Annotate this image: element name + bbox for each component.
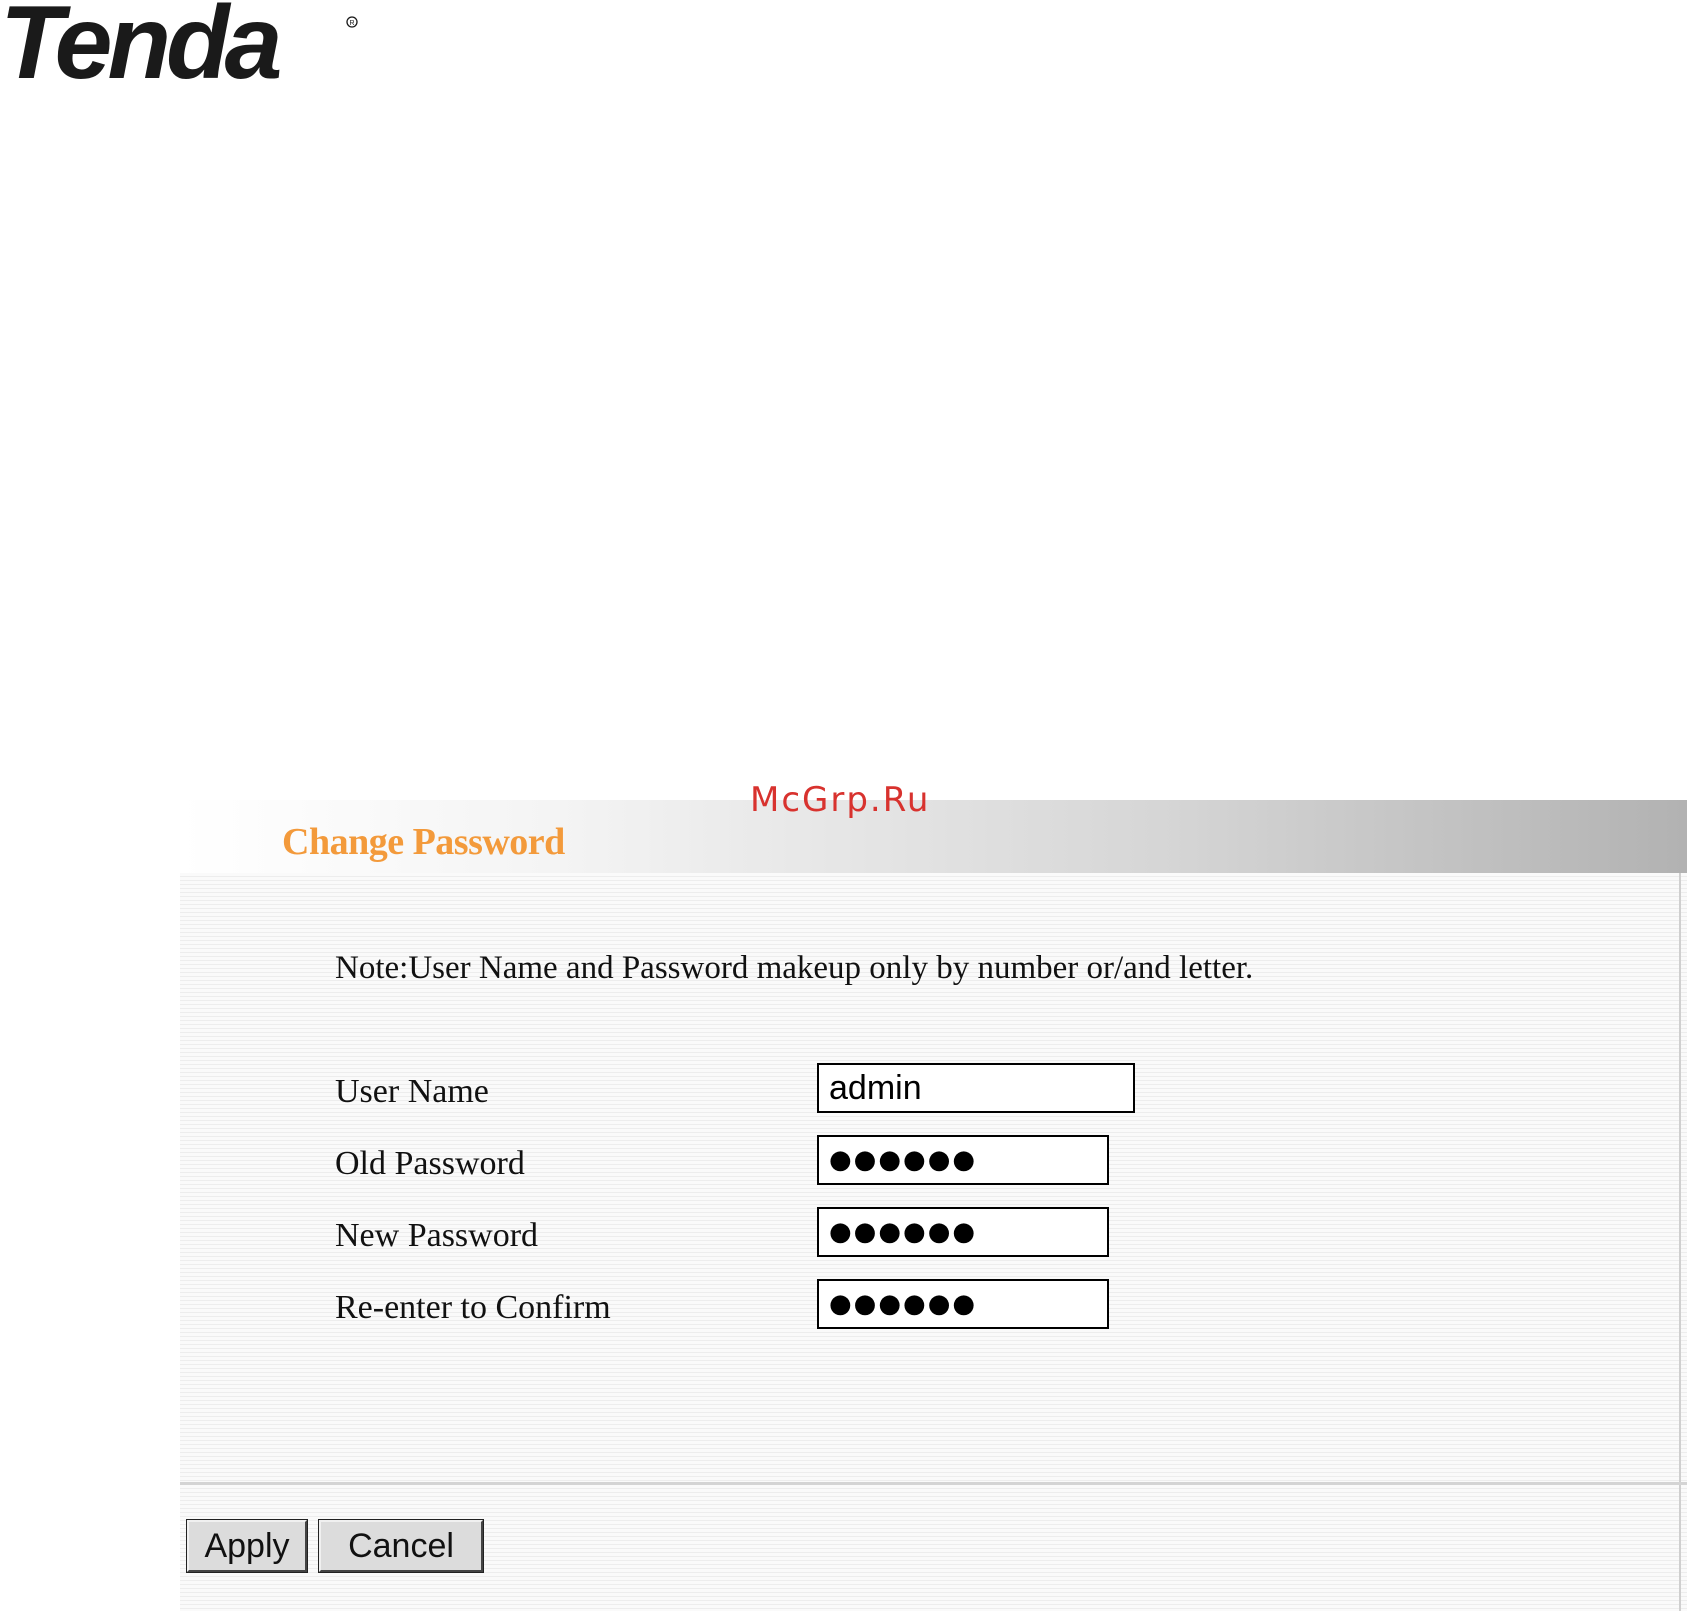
svg-text:R: R — [350, 20, 355, 27]
cancel-button[interactable]: Cancel — [318, 1519, 484, 1573]
panel-edge — [1679, 873, 1681, 1611]
note-text: Note:User Name and Password makeup only … — [335, 950, 1254, 986]
page-title: Change Password — [282, 821, 565, 863]
apply-button[interactable]: Apply — [186, 1519, 308, 1573]
new-password-input[interactable] — [817, 1207, 1109, 1257]
watermark-text: McGrp.Ru — [750, 780, 931, 820]
divider — [180, 1482, 1687, 1485]
panel-header: Change Password — [180, 800, 1687, 873]
old-password-label: Old Password — [335, 1145, 525, 1182]
user-name-label: User Name — [335, 1073, 489, 1110]
confirm-password-label: Re-enter to Confirm — [335, 1289, 611, 1326]
new-password-label: New Password — [335, 1217, 539, 1254]
old-password-input[interactable] — [817, 1135, 1109, 1185]
user-name-input[interactable] — [817, 1063, 1135, 1113]
svg-text:Tenda: Tenda — [0, 0, 280, 90]
confirm-password-input[interactable] — [817, 1279, 1109, 1329]
tenda-logo: Tenda R — [0, 0, 380, 90]
change-password-panel: Change Password Note:User Name and Passw… — [180, 800, 1687, 1611]
